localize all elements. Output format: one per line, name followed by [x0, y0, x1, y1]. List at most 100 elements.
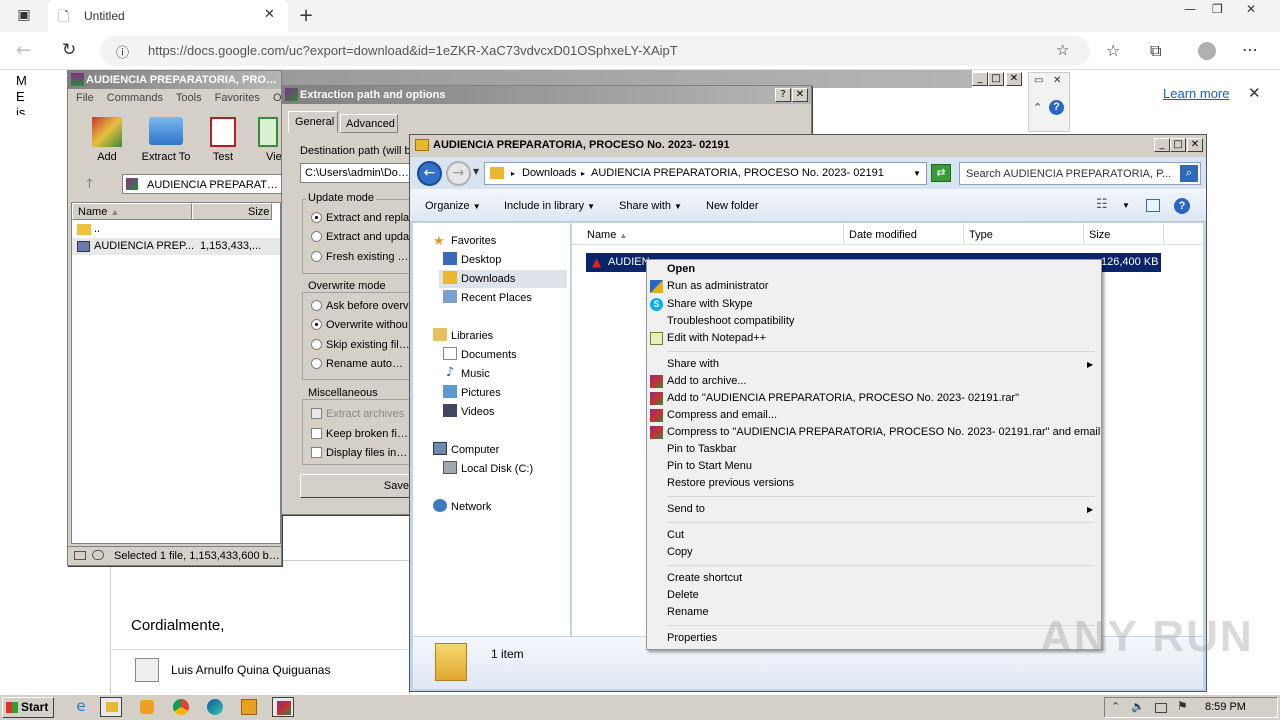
checkbox-display-files[interactable]: [311, 447, 322, 458]
radio-skip-existing[interactable]: [311, 339, 322, 350]
nav-pictures[interactable]: Pictures: [461, 384, 501, 402]
media-player-icon[interactable]: [136, 697, 158, 717]
preview-pane-icon[interactable]: [1146, 199, 1160, 212]
menu-copy[interactable]: Copy: [647, 544, 1099, 561]
winrar-taskbar-icon[interactable]: [272, 697, 294, 717]
nav-computer[interactable]: Computer: [451, 441, 499, 459]
edge-icon[interactable]: [204, 697, 226, 717]
refresh-icon[interactable]: ⇄: [931, 164, 951, 182]
breadcrumb[interactable]: ▸ Downloads ▸ AUDIENCIA PREPARATORIA, PR…: [484, 162, 927, 185]
start-button[interactable]: Start: [2, 697, 54, 718]
speaker-icon[interactable]: 🔈: [1131, 700, 1145, 713]
column-date-modified[interactable]: Date modified: [844, 223, 964, 245]
tab-general[interactable]: General: [288, 111, 338, 133]
menu-share-with[interactable]: Share with ▶: [647, 356, 1099, 373]
help-icon[interactable]: ?: [1049, 100, 1064, 115]
dialog-close-button[interactable]: ✕: [792, 88, 808, 102]
include-library-button[interactable]: Include in library ▼: [504, 200, 595, 212]
test-button[interactable]: Test: [198, 117, 248, 167]
chrome-icon[interactable]: [170, 697, 192, 717]
menu-add-archive[interactable]: Add to archive...: [647, 373, 1099, 390]
view-options-icon[interactable]: ☷: [1096, 197, 1108, 212]
search-icon[interactable]: ⌕: [1180, 165, 1198, 182]
menu-favorites[interactable]: Favorites: [215, 92, 260, 104]
clock[interactable]: 8:59 PM: [1205, 701, 1246, 713]
nav-videos[interactable]: Videos: [461, 403, 494, 421]
dismiss-icon[interactable]: ✕: [1248, 84, 1261, 102]
explorer-close-button[interactable]: ✕: [1187, 138, 1203, 152]
radio-overwrite-without[interactable]: [311, 319, 322, 330]
more-options-icon[interactable]: ⋯: [1242, 40, 1258, 59]
help-icon[interactable]: ?: [1174, 198, 1190, 214]
nav-downloads[interactable]: Downloads: [461, 270, 515, 288]
menu-edit-notepad[interactable]: Edit with Notepad++: [647, 330, 1099, 347]
checkbox-keep-broken[interactable]: [311, 428, 322, 439]
menu-tools[interactable]: Tools: [176, 92, 202, 104]
back-icon[interactable]: ←: [417, 161, 442, 186]
nav-desktop[interactable]: Desktop: [461, 251, 501, 269]
collections-icon[interactable]: ⧉: [1150, 41, 1161, 61]
breadcrumb-folder[interactable]: AUDIENCIA PREPARATORIA, PROCESO No. 2023…: [591, 167, 884, 179]
menu-add-rar[interactable]: Add to "AUDIENCIA PREPARATORIA, PROCESO …: [647, 390, 1099, 407]
minimize-icon[interactable]: —: [1184, 2, 1196, 16]
panel-icon[interactable]: ▭: [1034, 75, 1043, 86]
view-dropdown-icon[interactable]: ▼: [1122, 201, 1130, 210]
url-field[interactable]: ⓘ https://docs.google.com/uc?export=down…: [100, 36, 1090, 66]
close-tab-icon[interactable]: ✕: [264, 7, 275, 22]
menu-file[interactable]: File: [76, 92, 94, 104]
menu-cut[interactable]: Cut: [647, 527, 1099, 544]
radio-extract-replace[interactable]: [311, 212, 322, 223]
menu-send-to[interactable]: Send to ▶: [647, 501, 1099, 518]
network-tray-icon[interactable]: [1155, 703, 1167, 713]
winrar-path-field[interactable]: AUDIENCIA PREPARATORIA: [122, 174, 282, 194]
new-folder-button[interactable]: New folder: [706, 200, 759, 212]
menu-commands[interactable]: Commands: [107, 92, 163, 104]
organize-button[interactable]: Organize ▼: [425, 200, 481, 212]
radio-fresh-existing[interactable]: [311, 251, 322, 262]
column-name[interactable]: Name ▲: [72, 203, 192, 220]
address-dropdown-icon[interactable]: ▼: [913, 169, 921, 178]
browser-tab[interactable]: 🗋 Untitled ✕: [48, 0, 288, 32]
search-input[interactable]: Search AUDIENCIA PREPARATORIA, P... ⌕: [959, 162, 1201, 185]
menu-open[interactable]: Open: [647, 261, 1099, 278]
table-row[interactable]: AUDIENCIA PREP... 1,153,433,...: [72, 238, 280, 255]
new-tab-icon[interactable]: +: [296, 5, 316, 26]
menu-rename[interactable]: Rename: [647, 604, 1099, 621]
extract-to-button[interactable]: Extract To: [136, 117, 196, 167]
office-icon[interactable]: [238, 697, 260, 717]
profile-avatar[interactable]: [1198, 42, 1216, 60]
panel-close-icon[interactable]: ✕: [1053, 75, 1061, 86]
nav-libraries[interactable]: Libraries: [451, 327, 493, 345]
explorer-maximize-button[interactable]: □: [1170, 138, 1186, 152]
view-button[interactable]: Vie: [252, 117, 282, 167]
collapse-icon[interactable]: ⌃: [1033, 101, 1042, 114]
menu-run-as-admin[interactable]: Run as administrator: [647, 278, 1099, 295]
menu-delete[interactable]: Delete: [647, 587, 1099, 604]
nav-recent-places[interactable]: Recent Places: [461, 289, 532, 307]
winrar-maximize-button[interactable]: □: [988, 72, 1004, 86]
column-type[interactable]: Type: [964, 223, 1084, 245]
menu-compress-rar-email[interactable]: Compress to "AUDIENCIA PREPARATORIA, PRO…: [647, 424, 1100, 441]
menu-pin-start[interactable]: Pin to Start Menu: [647, 458, 1099, 475]
column-size[interactable]: Size: [192, 203, 272, 220]
menu-troubleshoot[interactable]: Troubleshoot compatibility: [647, 313, 1099, 330]
forward-icon[interactable]: →: [446, 161, 471, 186]
column-size[interactable]: Size: [1084, 223, 1164, 245]
nav-local-disk[interactable]: Local Disk (C:): [461, 460, 533, 478]
reload-icon[interactable]: ↻: [62, 40, 76, 60]
menu-properties[interactable]: Properties: [647, 630, 1099, 647]
menu-restore-versions[interactable]: Restore previous versions: [647, 475, 1099, 492]
destination-path-field[interactable]: C:\Users\admin\Down: [300, 163, 410, 183]
radio-extract-update[interactable]: [311, 231, 322, 242]
tab-advanced[interactable]: Advanced: [340, 114, 398, 133]
menu-compress-email[interactable]: Compress and email...: [647, 407, 1099, 424]
nav-music[interactable]: Music: [461, 365, 490, 383]
ie-icon[interactable]: e: [70, 697, 92, 717]
info-icon[interactable]: ⓘ: [116, 42, 129, 61]
up-folder-icon[interactable]: ↑: [84, 177, 95, 192]
save-button[interactable]: Save: [300, 474, 420, 498]
learn-more-link[interactable]: Learn more: [1163, 86, 1229, 101]
breadcrumb-downloads[interactable]: Downloads: [522, 167, 576, 179]
radio-ask-before[interactable]: [311, 300, 322, 311]
history-dropdown-icon[interactable]: ▼: [473, 167, 479, 176]
